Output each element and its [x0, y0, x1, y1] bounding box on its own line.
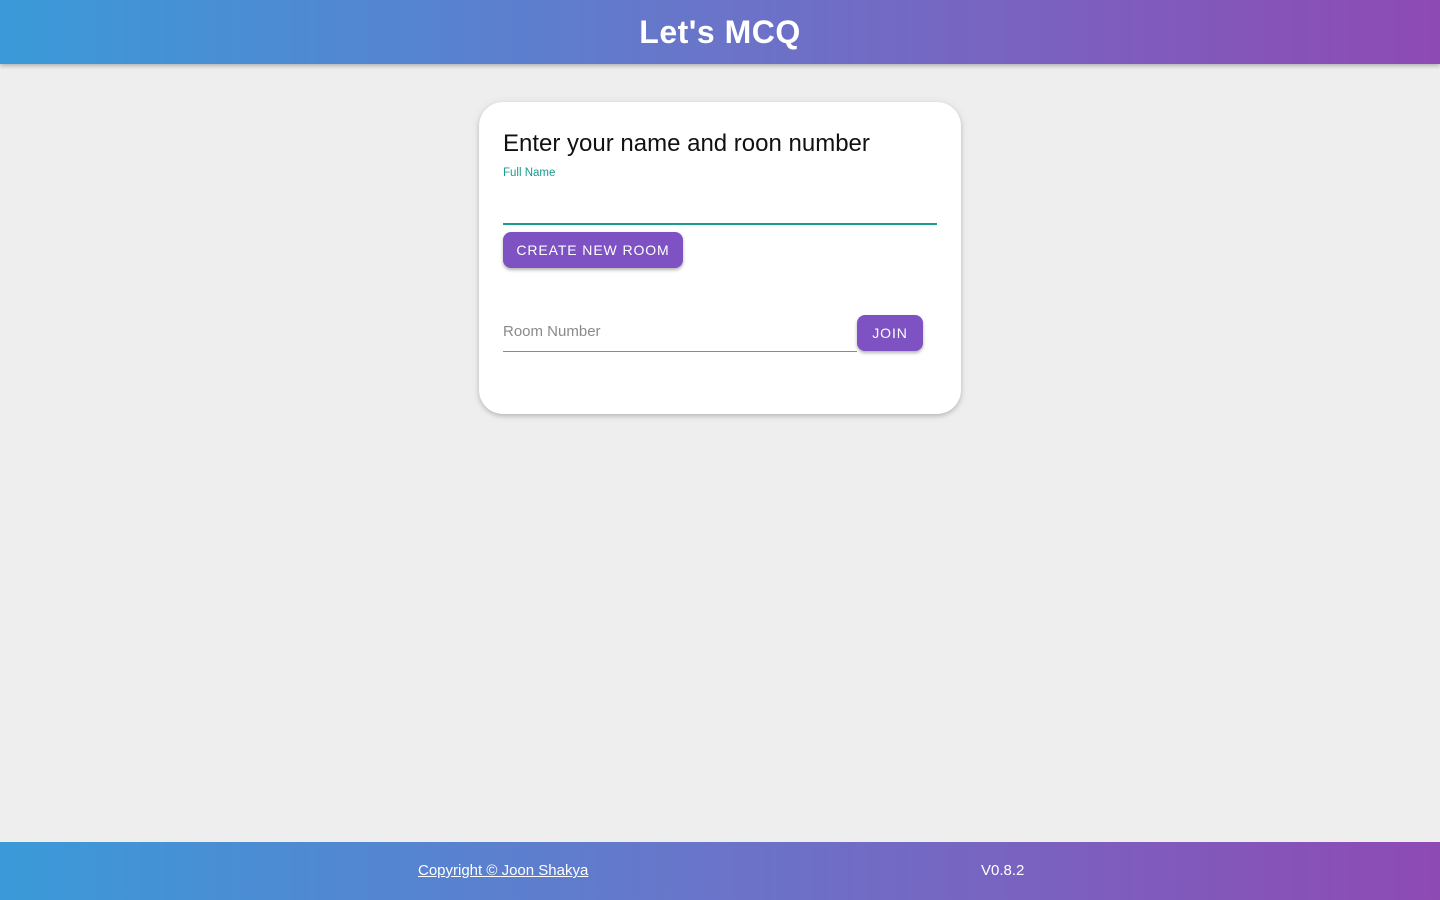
app-header: Let's MCQ	[0, 0, 1440, 64]
copyright-link[interactable]: Copyright © Joon Shakya	[418, 862, 588, 879]
full-name-label: Full Name	[503, 167, 556, 179]
create-new-room-button[interactable]: CREATE NEW ROOM	[503, 232, 683, 268]
room-number-input[interactable]	[503, 312, 857, 351]
join-button[interactable]: JOIN	[857, 315, 923, 351]
join-card: Enter your name and roon number Full Nam…	[479, 102, 961, 414]
version-label: V0.8.2	[981, 862, 1025, 879]
card-title: Enter your name and roon number	[503, 130, 870, 157]
full-name-input[interactable]	[503, 186, 937, 225]
app-footer: Copyright © Joon Shakya V0.8.2	[0, 842, 1440, 900]
room-number-field	[503, 312, 857, 352]
app-title: Let's MCQ	[639, 13, 801, 50]
